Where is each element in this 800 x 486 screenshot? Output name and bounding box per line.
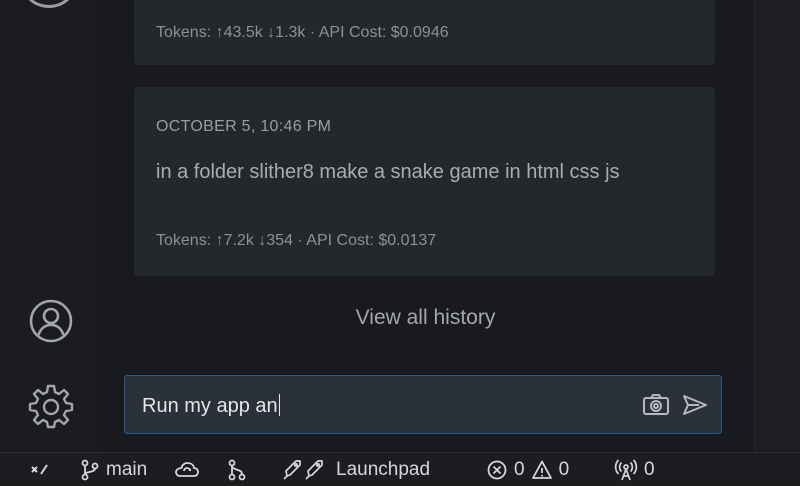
view-all-history-link[interactable]: View all history xyxy=(97,306,754,330)
error-count: 0 xyxy=(514,458,525,480)
history-card[interactable]: OCTOBER 5, 10:46 PM in a folder slither8… xyxy=(134,87,715,276)
history-card-task: in a folder slither8 make a snake game i… xyxy=(156,161,620,183)
camera-icon[interactable] xyxy=(642,392,670,418)
activity-icon-partial xyxy=(22,0,76,8)
remote-icon[interactable] xyxy=(30,453,50,486)
history-card[interactable]: Tokens: ↑43.5k ↓1.3k · API Cost: $0.0946 xyxy=(134,0,715,65)
chat-input[interactable]: Run my app an xyxy=(124,375,722,434)
error-icon xyxy=(487,460,507,479)
rocket-icon xyxy=(283,459,323,480)
warning-count: 0 xyxy=(558,458,570,480)
merge-icon[interactable] xyxy=(227,453,247,486)
settings-gear-icon[interactable] xyxy=(28,383,74,429)
send-icon[interactable] xyxy=(681,392,709,418)
launchpad-label: Launchpad xyxy=(336,458,431,480)
token-usage-text: Tokens: ↑43.5k ↓1.3k · API Cost: $0.0946 xyxy=(156,24,449,41)
token-usage-text: Tokens: ↑7.2k ↓354 · API Cost: $0.0137 xyxy=(156,232,437,249)
ports-indicator[interactable]: 0 xyxy=(614,453,655,486)
broadcast-icon xyxy=(614,458,638,480)
history-card-date: OCTOBER 5, 10:46 PM xyxy=(156,118,332,135)
chat-input-field[interactable]: Run my app an xyxy=(142,394,280,418)
git-branch-icon xyxy=(81,459,99,480)
editor-edge xyxy=(754,0,800,452)
activity-bar xyxy=(0,0,98,452)
launchpad-item[interactable]: Launchpad xyxy=(282,453,430,486)
branch-indicator[interactable]: main xyxy=(80,453,147,486)
text-caret xyxy=(278,394,280,416)
ports-count: 0 xyxy=(644,458,655,480)
warning-icon xyxy=(531,460,552,479)
problems-indicator[interactable]: 0 0 xyxy=(486,453,569,486)
status-bar: main Launchpad 0 0 0 xyxy=(0,452,800,485)
branch-name: main xyxy=(106,458,148,480)
chat-input-value: Run my app an xyxy=(142,395,278,417)
sync-cloud-icon[interactable] xyxy=(174,453,200,486)
account-icon[interactable] xyxy=(28,298,74,344)
